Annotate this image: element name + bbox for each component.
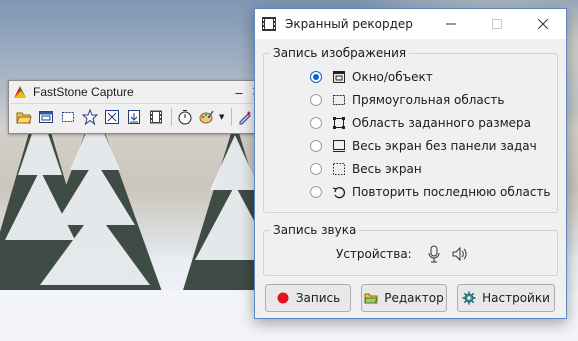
faststone-tools: ▼ <box>11 103 264 130</box>
maximize-icon <box>492 19 502 29</box>
option-screen-no-taskbar[interactable]: Весь экран без панели задач <box>310 137 537 155</box>
radio-selected[interactable] <box>310 71 322 83</box>
devices-label: Устройства: <box>336 247 412 261</box>
capture-freehand-icon[interactable] <box>80 107 100 127</box>
settings-button-label: Настройки <box>482 291 550 305</box>
settings-icon[interactable] <box>235 107 255 127</box>
rectangle-area-icon <box>333 95 345 105</box>
close-button[interactable] <box>520 9 566 39</box>
speaker-icon[interactable] <box>452 245 468 263</box>
microphone-icon[interactable] <box>426 245 442 263</box>
screen-no-taskbar-icon <box>333 140 345 152</box>
faststone-capture-toolbar[interactable]: FastStone Capture – ✕ ▼ <box>8 80 267 134</box>
devices-row: Устройства: <box>336 245 478 263</box>
minimize-button[interactable] <box>428 9 474 39</box>
film-strip-icon <box>262 17 276 31</box>
faststone-minimize-button[interactable]: – <box>230 85 248 100</box>
capture-scrolling-icon[interactable] <box>124 107 144 127</box>
screen-recorder-window: Экранный рекордер Запись изображения Окн… <box>254 8 567 319</box>
editor-button[interactable]: Редактор <box>361 284 447 312</box>
editor-button-label: Редактор <box>384 291 444 305</box>
option-full-screen[interactable]: Весь экран <box>310 160 422 178</box>
record-button[interactable]: Запись <box>265 284 351 312</box>
close-icon <box>538 19 548 29</box>
option-label: Повторить последнюю область <box>352 185 551 199</box>
option-rectangle-area[interactable]: Прямоугольная область <box>310 91 504 109</box>
option-repeat-last-area[interactable]: Повторить последнюю область <box>310 183 551 201</box>
full-screen-icon <box>333 163 345 175</box>
option-label: Окно/объект <box>352 70 433 84</box>
radio-unselected[interactable] <box>310 140 322 152</box>
capture-rectangle-icon[interactable] <box>58 107 78 127</box>
minimize-icon <box>446 23 456 25</box>
repeat-area-icon <box>332 187 345 199</box>
image-capture-group-label: Запись изображения <box>270 46 410 60</box>
settings-button[interactable]: Настройки <box>457 284 555 312</box>
capture-window-icon[interactable] <box>36 107 56 127</box>
recorder-titlebar[interactable]: Экранный рекордер <box>255 9 566 39</box>
gear-icon <box>462 291 476 305</box>
faststone-title: FastStone Capture <box>33 85 134 99</box>
sound-capture-group: Запись звука Устройства: <box>263 223 558 276</box>
screen-recorder-icon[interactable] <box>146 107 166 127</box>
record-dot-icon <box>277 292 289 304</box>
open-folder-icon <box>364 293 379 304</box>
radio-unselected[interactable] <box>310 117 322 129</box>
sound-capture-group-label: Запись звука <box>270 223 360 237</box>
option-label: Прямоугольная область <box>352 93 505 107</box>
radio-unselected[interactable] <box>310 163 322 175</box>
option-label: Весь экран <box>352 162 422 176</box>
radio-unselected[interactable] <box>310 186 322 198</box>
maximize-button <box>474 9 520 39</box>
option-label: Весь экран без панели задач <box>352 139 537 153</box>
option-label: Область заданного размера <box>352 116 531 130</box>
image-capture-group: Запись изображения Окно/объект Прямоугол… <box>263 46 558 213</box>
delay-timer-icon[interactable] <box>175 107 195 127</box>
capture-fullscreen-icon[interactable] <box>102 107 122 127</box>
window-object-icon <box>333 71 345 83</box>
output-dropdown-arrow-icon[interactable]: ▼ <box>219 113 224 121</box>
record-button-label: Запись <box>295 291 341 305</box>
output-destination-icon[interactable] <box>197 107 217 127</box>
option-window-object[interactable]: Окно/объект <box>310 68 433 86</box>
option-fixed-size-area[interactable]: Область заданного размера <box>310 114 531 132</box>
fixed-size-area-icon <box>333 117 345 129</box>
recorder-title: Экранный рекордер <box>285 17 413 31</box>
toolbar-separator <box>231 108 233 126</box>
faststone-titlebar[interactable]: FastStone Capture – ✕ <box>9 81 266 103</box>
toolbar-separator <box>171 108 172 126</box>
open-folder-icon[interactable] <box>14 107 34 127</box>
radio-unselected[interactable] <box>310 94 322 106</box>
faststone-logo-icon <box>14 86 26 98</box>
